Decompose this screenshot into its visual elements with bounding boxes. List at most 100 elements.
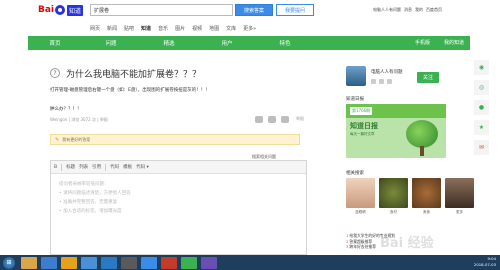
tab-home[interactable]: 首页 — [28, 39, 82, 47]
nav-news[interactable]: 新闻 — [107, 25, 117, 32]
tab-special[interactable]: 特色 — [256, 39, 314, 47]
editor-body[interactable]: 提问者采纳率较低问题： • 请将问题描述清楚，方便他人回答 • 准确并完整回答，… — [51, 174, 306, 222]
share-icon[interactable] — [255, 116, 263, 123]
bold-button[interactable]: B — [54, 165, 57, 170]
nav-web[interactable]: 网页 — [90, 25, 100, 32]
start-button[interactable]: ⊞ — [3, 256, 15, 269]
nav-images[interactable]: 图片 — [175, 25, 185, 32]
related-search-title: 相关搜索 — [346, 171, 364, 176]
comment-icon[interactable] — [281, 116, 289, 123]
chrome-icon[interactable] — [61, 256, 77, 269]
watermark: Bai 经验 — [380, 236, 434, 251]
badge-icon — [387, 79, 392, 84]
qq-app-icon[interactable] — [101, 256, 117, 269]
media-icon[interactable] — [81, 256, 97, 269]
star-icon[interactable]: ★ — [474, 120, 489, 135]
question-meta: Weingon | 浏览 3072 次 | 举报 — [50, 117, 108, 122]
follow-button[interactable]: 关注 — [417, 72, 439, 83]
baidu-zhidao-logo[interactable]: Bai 知道 — [38, 4, 84, 16]
ask-question-button[interactable]: 我要提问 — [276, 4, 314, 16]
badge-icon — [371, 79, 376, 84]
product-nav: 网页 新闻 贴吧 知道 音乐 图片 视频 地图 文库 更多» — [90, 25, 256, 32]
better-answer-notice[interactable]: ✎ 我有更好的答案 — [50, 134, 300, 145]
related-captions: 蓝眼睛 食材 美食 更多 — [346, 210, 474, 214]
editor-placeholder-line: • 加入合适的标签，增加曝光度 — [59, 209, 122, 214]
mobile-version-link[interactable]: 手机版 — [415, 39, 430, 46]
template-button[interactable]: 模板 — [123, 164, 132, 170]
code-dropdown[interactable]: 代码 ▾ — [136, 164, 149, 170]
app-icon[interactable] — [161, 256, 177, 269]
editor-placeholder-line: • 准确并完整回答，无需重复 — [59, 200, 118, 205]
list-button[interactable]: 列表 — [79, 164, 88, 170]
zhidao-daily-banner[interactable]: 第1766期 知道日报 每天一篇好文章 — [346, 104, 446, 158]
nav-video[interactable]: 视频 — [192, 25, 202, 32]
heading-button[interactable]: 标题 — [66, 164, 75, 170]
logo-tag: 知道 — [67, 4, 84, 16]
logo-text: Bai — [38, 5, 55, 15]
pencil-icon: ✎ — [55, 136, 60, 143]
taskbar: ⊞ 9:04 2018-07-03 — [0, 255, 500, 270]
search-input[interactable]: 扩展卷 — [90, 4, 233, 16]
question-title: 为什么我电脑不能加扩展卷？？？ — [66, 70, 202, 80]
user-link-mine[interactable]: 我的 — [415, 7, 423, 13]
related-caption: 蓝眼睛 — [355, 210, 366, 214]
related-image[interactable] — [379, 178, 408, 208]
nav-more[interactable]: 更多» — [243, 25, 256, 32]
related-images — [346, 178, 474, 208]
tab-questions[interactable]: 问题 — [82, 39, 140, 47]
system-clock[interactable]: 9:04 2018-07-03 — [474, 256, 496, 267]
weibo-icon[interactable]: ◎ — [474, 80, 489, 95]
related-caption: 食材 — [390, 210, 397, 214]
code-button[interactable]: 代码 — [110, 164, 119, 170]
tree-trunk — [420, 146, 424, 156]
question-tools: 举报 — [255, 116, 304, 123]
app-icon[interactable] — [121, 256, 137, 269]
related-image[interactable] — [346, 178, 375, 208]
related-caption: 美食 — [423, 210, 430, 214]
green-nav-right: 手机版 我的知道 — [415, 39, 464, 46]
user-name[interactable]: 电脑人人有问题 — [371, 69, 403, 75]
app-icon[interactable] — [201, 256, 217, 269]
nav-music[interactable]: 音乐 — [158, 25, 168, 32]
avatar[interactable] — [346, 66, 366, 86]
related-image[interactable] — [412, 178, 441, 208]
user-link-messages[interactable]: 消息 — [404, 7, 412, 13]
browser-icon[interactable] — [41, 256, 57, 269]
nav-map[interactable]: 地图 — [209, 25, 219, 32]
toolbar-divider — [105, 163, 107, 171]
app-icon[interactable] — [141, 256, 157, 269]
question-description: 打开管理-磁盘管理后右键一个盘（如：E盘），出现图的扩展卷按扭是灰的！！！ — [50, 88, 210, 93]
daily-card-title: 知道日报 — [346, 97, 364, 102]
list-item-text: 答案超级推荐 — [349, 238, 373, 244]
wechat-icon[interactable]: ◉ — [474, 60, 489, 75]
search-answers-button[interactable]: 搜索答案 — [235, 4, 273, 16]
my-zhidao-link[interactable]: 我的知道 — [444, 39, 464, 46]
quote-button[interactable]: 引用 — [92, 164, 101, 170]
report-link[interactable]: 举报 — [296, 116, 304, 123]
like-icon[interactable] — [268, 116, 276, 123]
answer-editor[interactable]: B 标题 列表 引用 代码 模板 代码 ▾ 提问者采纳率较低问题： • 请将问题… — [50, 160, 307, 255]
main-green-nav: 首页 问题 精选 用户 特色 手机版 我的知道 — [28, 36, 470, 50]
app-icon[interactable] — [181, 256, 197, 269]
nav-tieba[interactable]: 贴吧 — [124, 25, 134, 32]
nav-zhidao[interactable]: 知道 — [141, 25, 151, 32]
banner-subtitle: 每天一篇好文章 — [350, 132, 375, 136]
qq-icon[interactable]: ● — [474, 100, 489, 115]
list-item-text: 跨年好去处推荐 — [349, 244, 376, 249]
toolbar-divider — [61, 163, 63, 171]
user-link-name[interactable]: 电脑人人有问题 — [373, 7, 401, 13]
badge-icon — [379, 79, 384, 84]
browser-page: Bai 知道 扩展卷 搜索答案 我要提问 电脑人人有问题 消息 我的 百度首页 … — [0, 0, 500, 270]
nav-wenku[interactable]: 文库 — [226, 25, 236, 32]
tab-featured[interactable]: 精选 — [140, 39, 198, 47]
note-icon[interactable]: ✉ — [474, 140, 489, 155]
tab-users[interactable]: 用户 — [198, 39, 256, 47]
taskbar-apps — [21, 256, 217, 269]
editor-placeholder-line: 提问者采纳率较低问题： — [59, 182, 109, 187]
user-link-home[interactable]: 百度首页 — [426, 7, 442, 13]
paw-icon — [55, 5, 66, 15]
folder-icon[interactable] — [21, 256, 37, 269]
share-rail: ◉ ◎ ● ★ ✉ — [474, 60, 489, 160]
related-image[interactable] — [445, 178, 474, 208]
editor-placeholder-line: • 请将问题描述清楚，方便他人回答 — [59, 191, 131, 196]
